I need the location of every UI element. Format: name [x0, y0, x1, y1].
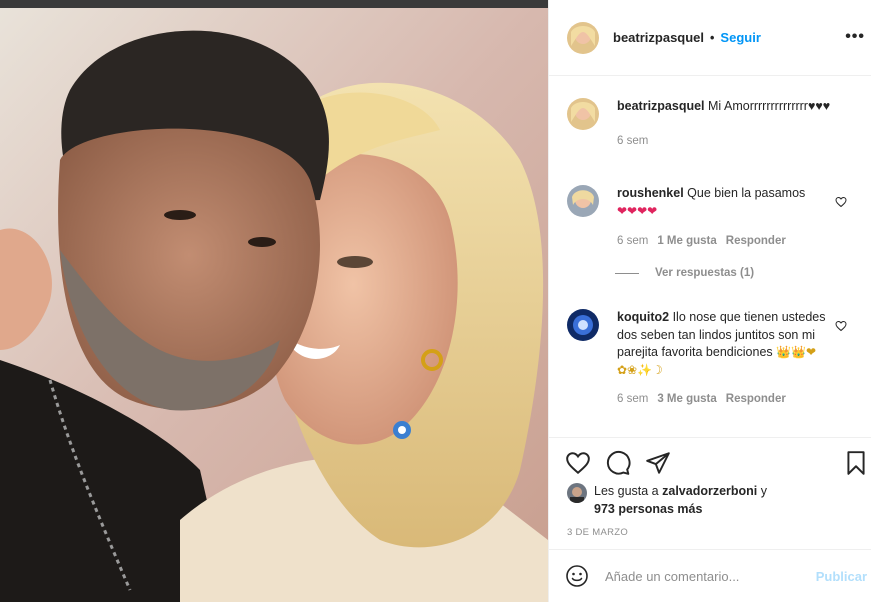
like-comment-heart-icon[interactable] [835, 320, 847, 332]
comment-bubble-icon[interactable] [605, 450, 631, 476]
comment-text: Mi Amorrrrrrrrrrrrrr♥♥♥ [708, 99, 831, 113]
caption-comment: beatrizpasquel Mi Amorrrrrrrrrrrrrr♥♥♥ 6… [567, 98, 861, 150]
publish-button[interactable]: Publicar [816, 569, 867, 584]
add-comment-bar: Añade un comentario... Publicar [549, 549, 871, 602]
emoji-smiley-icon[interactable] [565, 564, 589, 588]
post-photo[interactable] [0, 0, 548, 602]
post-actions [549, 437, 871, 485]
post-date[interactable]: 3 DE MARZO [567, 527, 628, 538]
likes-conjunction: y [760, 484, 768, 498]
comment-time[interactable]: 6 sem [617, 391, 648, 409]
comments-list[interactable]: beatrizpasquel Mi Amorrrrrrrrrrrrrr♥♥♥ 6… [549, 77, 871, 437]
add-comment-input[interactable]: Añade un comentario... [605, 569, 805, 584]
comment-username[interactable]: koquito2 [617, 310, 669, 324]
commenter-avatar[interactable] [567, 185, 599, 217]
caption-avatar[interactable] [567, 98, 599, 130]
commenter-avatar[interactable] [567, 309, 599, 341]
author-avatar[interactable] [567, 21, 599, 54]
share-paper-plane-icon[interactable] [645, 450, 671, 476]
post-sidebar: beatrizpasquel • Seguir ••• beatrizpasqu… [548, 0, 871, 602]
post-header: beatrizpasquel • Seguir ••• [549, 0, 871, 76]
comment-meta: 6 sem 3 Me gusta Responder [617, 391, 849, 409]
comment-text: Que bien la pasamos [687, 186, 806, 200]
instagram-post-window: beatrizpasquel • Seguir ••• beatrizpasqu… [0, 0, 871, 602]
view-replies-label: Ver respuestas (1) [655, 267, 755, 279]
like-heart-icon[interactable] [565, 450, 591, 476]
comment-body: koquito2 Ilo nose que tienen ustedes dos… [617, 309, 849, 409]
liker-avatar[interactable] [567, 483, 587, 503]
likes-text: Les gusta a zalvadorzerboni y 973 person… [594, 483, 804, 518]
liker-username[interactable]: zalvadorzerboni [662, 484, 757, 498]
comment-meta: 6 sem 1 Me gusta Responder [617, 233, 849, 251]
likes-prefix: Les gusta a [594, 484, 659, 498]
comment-body: roushenkel Que bien la pasamos ❤❤❤❤ 6 se… [617, 185, 849, 251]
reply-button[interactable]: Responder [726, 391, 786, 409]
view-replies-button[interactable]: Ver respuestas (1) [615, 267, 754, 279]
more-options-icon[interactable]: ••• [845, 28, 865, 46]
comment-likes[interactable]: 3 Me gusta [657, 391, 716, 409]
header-separator: • [710, 30, 715, 45]
couple-selfie-image [0, 0, 548, 602]
likes-count[interactable]: 973 personas más [594, 502, 702, 516]
comment-time[interactable]: 6 sem [617, 133, 648, 151]
comment-time[interactable]: 6 sem [617, 233, 648, 251]
like-comment-heart-icon[interactable] [835, 196, 847, 208]
comment-emojis: ❤❤❤❤ [617, 203, 658, 218]
comment-meta: 6 sem [617, 133, 849, 151]
author-username[interactable]: beatrizpasquel [613, 30, 704, 45]
likes-summary: Les gusta a zalvadorzerboni y 973 person… [567, 483, 804, 518]
follow-button[interactable]: Seguir [720, 30, 760, 45]
comment-item: koquito2 Ilo nose que tienen ustedes dos… [567, 309, 861, 409]
comment-item: roushenkel Que bien la pasamos ❤❤❤❤ 6 se… [567, 185, 861, 251]
comment-username[interactable]: beatrizpasquel [617, 99, 705, 113]
save-bookmark-icon[interactable] [843, 450, 869, 476]
replies-line [615, 272, 639, 274]
caption-body: beatrizpasquel Mi Amorrrrrrrrrrrrrr♥♥♥ 6… [617, 98, 849, 150]
reply-button[interactable]: Responder [726, 233, 786, 251]
comment-likes[interactable]: 1 Me gusta [657, 233, 716, 251]
comment-username[interactable]: roushenkel [617, 186, 684, 200]
